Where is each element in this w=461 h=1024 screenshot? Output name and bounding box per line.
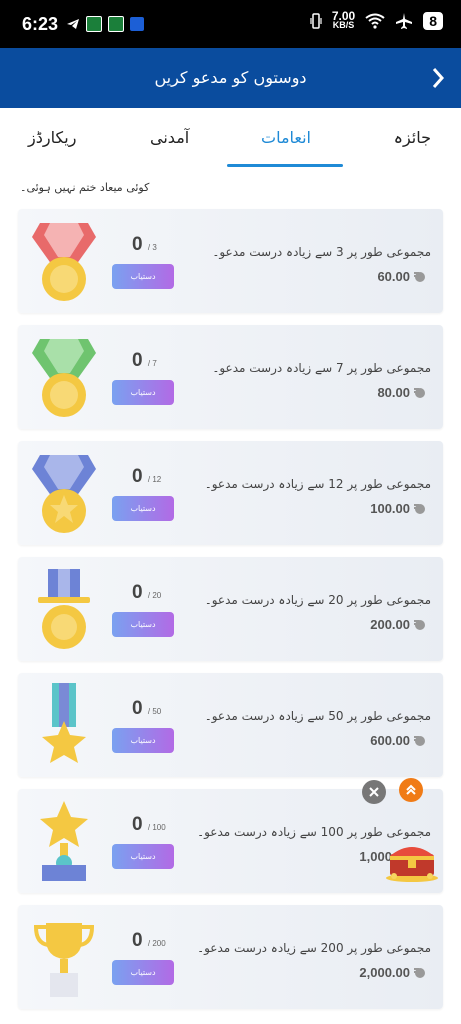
double-chevron-up-icon [406,784,416,795]
reward-amount: 100.00 [370,501,425,516]
coin-icon [414,388,425,398]
star-trophy-icon [40,801,88,881]
gold-medal-blue-ribbon-icon [32,455,96,533]
claim-button[interactable]: دستیاب [112,612,174,637]
claim-button[interactable]: دستیاب [112,844,174,869]
notification-icons [66,16,144,32]
claim-button[interactable]: دستیاب [112,960,174,985]
invite-progress: 0 / 3 [132,234,157,255]
reward-description: مجموعی طور پر 12 سے زیادہ درست مدعو۔ [204,477,431,491]
reward-description: مجموعی طور پر 100 سے زیادہ درست مدعو۔ [197,825,431,839]
chevron-right-icon [432,68,445,88]
page-title: دوستوں کو مدعو کریں [154,68,307,87]
active-tab-indicator [227,164,343,167]
app-header: دوستوں کو مدعو کریں [0,48,461,108]
reward-card: 0 / 20 دستیاب مجموعی طور پر 20 سے زیادہ … [18,557,443,661]
gold-medal-purple-ribbon-icon [38,569,90,649]
wifi-icon [365,13,385,29]
trophy-cup-icon [33,923,95,997]
treasure-chest-icon[interactable] [384,838,440,882]
back-button[interactable] [423,60,453,96]
gold-medal-red-ribbon-icon [32,223,96,301]
reward-card: 0 / 50 دستیاب مجموعی طور پر 50 سے زیادہ … [18,673,443,777]
gold-medal-green-ribbon-icon [32,339,96,417]
tab-records[interactable]: ریکارڈز [28,128,76,147]
app-notification-icon [130,17,144,31]
claim-button[interactable]: دستیاب [112,728,174,753]
telegram-icon [67,19,79,29]
reward-description: مجموعی طور پر 200 سے زیادہ درست مدعو۔ [197,941,431,955]
network-speed: 7.00 KB/S [331,9,356,30]
expiry-note: کوئی میعاد ختم نہیں ہوئی۔ [20,181,150,194]
reward-card: 0 / 12 دستیاب مجموعی طور پر 12 سے زیادہ … [18,441,443,545]
invite-progress: 0 / 12 [132,466,162,487]
reward-description: مجموعی طور پر 3 سے زیادہ درست مدعو۔ [212,245,431,259]
coin-icon [414,968,425,978]
star-medal-teal-ribbon-icon [42,683,86,763]
claim-button[interactable]: دستیاب [112,264,174,289]
coin-icon [414,736,425,746]
invite-progress: 0 / 20 [132,582,162,603]
reward-card: 0 / 100 دستیاب مجموعی طور پر 100 سے زیاد… [18,789,443,893]
reward-description: مجموعی طور پر 50 سے زیادہ درست مدعو۔ [204,709,431,723]
tab-rewards[interactable]: انعامات [261,128,311,147]
battery-indicator: 8 [423,12,443,30]
coin-icon [414,272,425,282]
reward-card: 0 / 7 دستیاب مجموعی طور پر 7 سے زیادہ در… [18,325,443,429]
claim-button[interactable]: دستیاب [112,496,174,521]
vibrate-icon [310,13,322,29]
reward-card: 0 / 3 دستیاب مجموعی طور پر 3 سے زیادہ در… [18,209,443,313]
invite-progress: 0 / 50 [132,698,162,719]
scroll-top-button[interactable] [399,778,423,802]
close-icon [369,787,379,797]
close-floating-button[interactable] [362,780,386,804]
claim-button[interactable]: دستیاب [112,380,174,405]
invite-progress: 0 / 200 [132,930,166,951]
status-bar: 6:23 7.00 KB/S 8 [0,0,461,48]
app-notification-icon [108,16,124,32]
reward-description: مجموعی طور پر 20 سے زیادہ درست مدعو۔ [204,593,431,607]
coin-icon [414,620,425,630]
reward-amount: 60.00 [377,269,425,284]
reward-description: مجموعی طور پر 7 سے زیادہ درست مدعو۔ [212,361,431,375]
reward-card: 0 / 200 دستیاب مجموعی طور پر 200 سے زیاد… [18,905,443,1009]
tab-overview[interactable]: جائزہ [394,128,431,147]
status-time: 6:23 [22,14,59,34]
reward-amount: 2,000.00 [359,965,425,980]
invite-progress: 0 / 7 [132,350,157,371]
reward-amount: 80.00 [377,385,425,400]
coin-icon [414,504,425,514]
tab-bar: جائزہ انعامات آمدنی ریکارڈز [0,108,461,168]
tab-income[interactable]: آمدنی [150,128,189,147]
app-notification-icon [86,16,102,32]
airplane-icon [396,13,413,29]
status-right: 7.00 KB/S 8 [310,9,443,30]
invite-progress: 0 / 100 [132,814,166,835]
reward-amount: 600.00 [370,733,425,748]
reward-amount: 200.00 [370,617,425,632]
